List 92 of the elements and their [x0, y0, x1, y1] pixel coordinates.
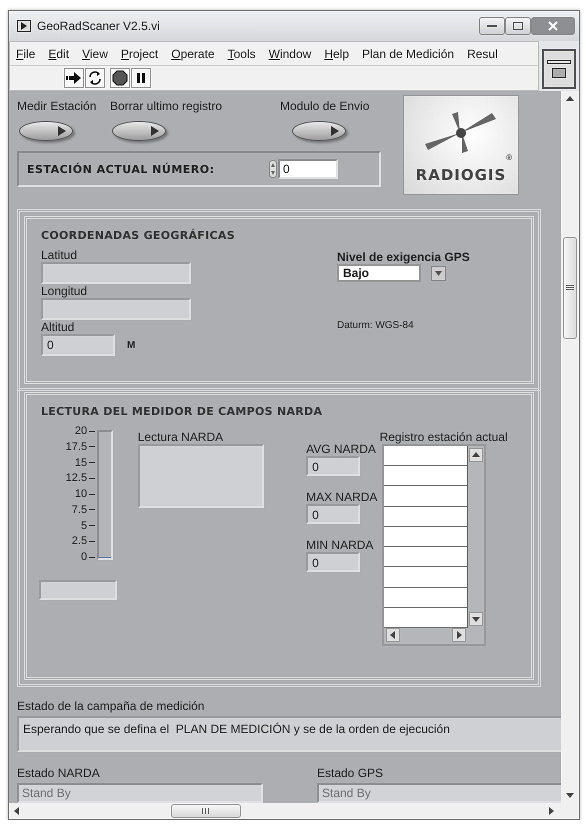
- menu-item[interactable]: Plan de Medición: [362, 46, 454, 60]
- gauge-tick-label: 17.5: [66, 440, 88, 453]
- dropdown-button[interactable]: [431, 266, 446, 280]
- left-arrow-icon[interactable]: [388, 631, 397, 639]
- menu-item[interactable]: Resul: [467, 46, 498, 60]
- field-label: MIN NARDA: [306, 538, 374, 552]
- scroll-thumb[interactable]: [171, 804, 241, 818]
- station-label: ESTACIÓN ACTUAL NÚMERO:: [27, 162, 216, 176]
- field-label: Longitud: [41, 284, 88, 298]
- value-field: 0: [306, 456, 360, 476]
- minimize-icon: [487, 24, 497, 28]
- triangle-icon: [151, 126, 159, 136]
- value-field: 0: [306, 504, 360, 524]
- value-field: 0: [306, 552, 360, 572]
- field-label: AVG NARDA: [306, 442, 376, 456]
- scroll-right-icon[interactable]: [547, 807, 555, 815]
- menu-item[interactable]: Project: [120, 46, 158, 60]
- menu-item[interactable]: View: [82, 46, 108, 60]
- grip-icon: [202, 808, 210, 814]
- up-arrow-icon[interactable]: [472, 451, 480, 459]
- field-label: Estado de la campaña de medición: [17, 699, 206, 713]
- field-label: Latitud: [41, 248, 78, 262]
- gauge-tick-label: 12.5: [66, 472, 88, 484]
- switch-label: Medir Estación: [17, 99, 96, 113]
- dropdown-field[interactable]: Bajo: [337, 264, 421, 282]
- field-label: Altitud: [41, 320, 74, 334]
- menu-item[interactable]: File: [16, 46, 36, 60]
- horizontal-scrollbar[interactable]: [9, 803, 579, 819]
- run-arrow-icon[interactable]: [66, 72, 82, 84]
- gauge-tick-label: 0: [80, 551, 88, 563]
- field-label: MAX NARDA: [306, 490, 378, 504]
- triangle-icon: [58, 126, 66, 136]
- scroll-left-icon[interactable]: [13, 807, 21, 815]
- grip-icon: [566, 285, 574, 291]
- oval-button[interactable]: [19, 121, 73, 141]
- section-title: LECTURA DEL MEDIDOR DE CAMPOS NARDA: [41, 405, 324, 418]
- maximize-icon: [513, 22, 523, 30]
- menu-item[interactable]: Edit: [48, 46, 70, 60]
- switch-label: Modulo de Envio: [280, 99, 370, 113]
- caret-icon: [435, 270, 442, 276]
- maximize-button[interactable]: [505, 17, 531, 35]
- menu-item[interactable]: Help: [324, 46, 349, 60]
- gauge-tick-label: 20: [74, 425, 88, 437]
- down-arrow-icon[interactable]: [472, 615, 480, 623]
- status-field: Esperando que se defina el PLAN DE MEDICIÓN y se de la orden de ejecución: [17, 716, 561, 752]
- triangle-icon: [331, 126, 339, 136]
- menu-item[interactable]: Tools: [228, 46, 256, 60]
- menu-item[interactable]: Window: [268, 46, 312, 60]
- vertical-scrollbar[interactable]: [561, 91, 579, 803]
- field-label: Estado NARDA: [17, 766, 101, 780]
- status-field: Stand By: [17, 783, 263, 803]
- logo-text: RADIOGIS: [416, 166, 506, 184]
- oval-button[interactable]: [292, 121, 346, 141]
- scroll-up-icon[interactable]: [566, 95, 574, 103]
- close-icon: [548, 21, 558, 31]
- field-label: Registro estación actual: [380, 430, 508, 444]
- gauge-tick-label: 10: [74, 488, 88, 500]
- stop-icon[interactable]: [112, 70, 128, 86]
- window-title: GeoRadScaner V2.5.vi: [37, 19, 161, 33]
- field-label: Nivel de exigencia GPS: [337, 250, 470, 264]
- gauge-tick-label: 2.5: [72, 535, 88, 548]
- field-label: Lectura NARDA: [138, 430, 224, 444]
- minimize-button[interactable]: [479, 17, 505, 35]
- close-button[interactable]: [531, 17, 575, 35]
- right-arrow-icon[interactable]: [454, 631, 463, 639]
- cycle-arrows-icon[interactable]: [87, 70, 103, 86]
- app-icon: [17, 20, 31, 32]
- scroll-right-button[interactable]: [452, 628, 466, 642]
- gauge-tick-label: 5: [80, 520, 88, 532]
- datum-label: Daturm: WGS-84: [337, 320, 414, 331]
- field-label: Estado GPS: [317, 766, 384, 780]
- gauge-tick-label: 7.5: [72, 504, 88, 516]
- input-field[interactable]: [41, 298, 191, 320]
- scroll-down-button[interactable]: [468, 612, 483, 626]
- menu-item[interactable]: Operate: [171, 46, 215, 60]
- input-field[interactable]: [41, 262, 191, 284]
- oval-button[interactable]: [112, 121, 166, 141]
- scroll-up-button[interactable]: [468, 448, 483, 462]
- spinner-arrows-icon[interactable]: [269, 160, 277, 178]
- registered-mark: ®: [506, 153, 512, 162]
- gauge-tick-label: 15: [74, 456, 88, 468]
- scroll-left-button[interactable]: [386, 628, 400, 642]
- panel-icon[interactable]: [542, 49, 576, 89]
- section-title: COORDENADAS GEOGRÁFICAS: [41, 229, 236, 242]
- scroll-down-icon[interactable]: [566, 791, 574, 799]
- unit-label: M: [127, 340, 136, 350]
- status-field: Stand By: [317, 783, 561, 803]
- scroll-thumb[interactable]: [563, 237, 577, 339]
- pause-icon[interactable]: [135, 72, 147, 84]
- station-number-field[interactable]: 0: [278, 159, 338, 179]
- switch-label: Borrar ultimo registro: [110, 99, 222, 113]
- input-field[interactable]: 0: [41, 334, 115, 356]
